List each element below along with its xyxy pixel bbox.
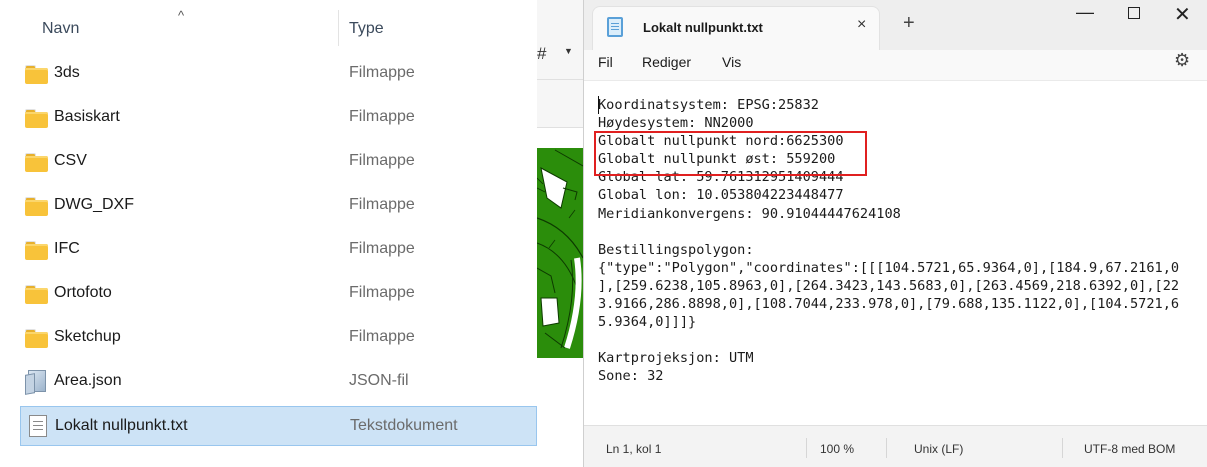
- annotation-highlight-box: [594, 131, 867, 176]
- minimize-button[interactable]: —: [1076, 2, 1094, 23]
- tab-title: Lokalt nullpunkt.txt: [643, 20, 763, 35]
- menu-file[interactable]: Fil: [595, 52, 616, 72]
- encoding: UTF-8 med BOM: [1084, 442, 1176, 456]
- text-line[interactable]: Kartprojeksjon: UTM: [598, 349, 1179, 367]
- file-name: CSV: [54, 152, 87, 169]
- line-ending: Unix (LF): [914, 442, 964, 456]
- notepad-icon: [607, 17, 623, 37]
- cursor-position: Ln 1, kol 1: [606, 442, 662, 456]
- menu-bar: Fil Rediger Vis ⚙: [584, 50, 1207, 80]
- dropdown-caret-icon[interactable]: ▼: [564, 46, 573, 56]
- file-type: Tekstdokument: [350, 417, 458, 434]
- file-row-csv[interactable]: CSV Filmappe: [20, 142, 537, 182]
- file-type: Filmappe: [349, 196, 415, 213]
- status-bar: Ln 1, kol 1 100 % Unix (LF) UTF-8 med BO…: [584, 425, 1207, 467]
- toolbar-divider: [537, 79, 583, 80]
- text-line[interactable]: 3.9166,286.8898,0],[108.7044,233.978,0],…: [598, 295, 1179, 313]
- text-line[interactable]: Sone: 32: [598, 367, 1179, 385]
- folder-icon: [25, 108, 49, 128]
- menu-view[interactable]: Vis: [719, 52, 744, 72]
- file-name: DWG_DXF: [54, 196, 134, 213]
- sort-ascending-icon: ^: [178, 8, 185, 23]
- text-line[interactable]: Meridiankonvergens: 90.91044447624108: [598, 205, 1179, 223]
- file-type: Filmappe: [349, 240, 415, 257]
- text-cursor: [598, 96, 599, 114]
- status-divider: [886, 438, 887, 458]
- file-row-lokalt-nullpunkt[interactable]: Lokalt nullpunkt.txt Tekstdokument: [20, 406, 537, 446]
- column-divider[interactable]: [338, 10, 339, 46]
- file-row-sketchup[interactable]: Sketchup Filmappe: [20, 318, 537, 358]
- file-name: Sketchup: [54, 328, 121, 345]
- text-line[interactable]: Bestillingspolygon:: [598, 241, 1179, 259]
- column-header: Navn ^ Type: [0, 0, 537, 58]
- grid-icon[interactable]: #: [537, 44, 546, 64]
- folder-icon: [25, 328, 49, 348]
- file-row-dwg-dxf[interactable]: DWG_DXF Filmappe: [20, 186, 537, 226]
- file-type: Filmappe: [349, 152, 415, 169]
- text-line[interactable]: Global lon: 10.053804223448477: [598, 186, 1179, 204]
- gear-icon[interactable]: ⚙: [1174, 50, 1190, 71]
- file-row-area-json[interactable]: Area.json JSON-fil: [20, 362, 537, 402]
- file-row-3ds[interactable]: 3ds Filmappe: [20, 54, 537, 94]
- tab-lokalt-nullpunkt[interactable]: Lokalt nullpunkt.txt ×: [592, 6, 880, 50]
- background-toolbar: # ▼: [537, 0, 583, 128]
- map-view[interactable]: [537, 148, 583, 358]
- folder-icon: [25, 196, 49, 216]
- title-bar[interactable]: Lokalt nullpunkt.txt × + — ✕: [584, 0, 1207, 50]
- status-divider: [1062, 438, 1063, 458]
- folder-icon: [25, 152, 49, 172]
- file-name: 3ds: [54, 64, 80, 81]
- file-type: Filmappe: [349, 64, 415, 81]
- file-name: IFC: [54, 240, 80, 257]
- json-file-icon: [25, 370, 49, 392]
- file-row-ortofoto[interactable]: Ortofoto Filmappe: [20, 274, 537, 314]
- file-type: JSON-fil: [349, 372, 409, 389]
- map-lines: [537, 149, 583, 349]
- text-file-icon: [26, 415, 50, 437]
- column-header-name[interactable]: Navn: [42, 20, 79, 38]
- file-type: Filmappe: [349, 108, 415, 125]
- file-row-ifc[interactable]: IFC Filmappe: [20, 230, 537, 270]
- text-editor[interactable]: Koordinatsystem: EPSG:25832 Høydesystem: …: [584, 80, 1207, 425]
- text-line[interactable]: [598, 223, 1179, 241]
- file-name: Lokalt nullpunkt.txt: [55, 417, 188, 434]
- status-divider: [806, 438, 807, 458]
- file-explorer: Navn ^ Type 3ds Filmappe Basiskart Filma…: [0, 0, 537, 467]
- zoom-level: 100 %: [820, 442, 855, 456]
- text-line[interactable]: [598, 331, 1179, 349]
- text-line[interactable]: {"type":"Polygon","coordinates":[[[104.5…: [598, 259, 1179, 277]
- text-line[interactable]: ],[259.6238,105.8963,0],[264.3423,143.56…: [598, 277, 1179, 295]
- file-row-basiskart[interactable]: Basiskart Filmappe: [20, 98, 537, 138]
- text-line[interactable]: 5.9364,0]]]}: [598, 313, 1179, 331]
- file-name: Basiskart: [54, 108, 120, 125]
- text-line[interactable]: Høydesystem: NN2000: [598, 114, 1179, 132]
- folder-icon: [25, 240, 49, 260]
- file-name: Area.json: [54, 372, 122, 389]
- folder-icon: [25, 284, 49, 304]
- close-tab-icon[interactable]: ×: [857, 16, 866, 34]
- column-header-type[interactable]: Type: [349, 20, 384, 38]
- folder-icon: [25, 64, 49, 84]
- text-line[interactable]: Koordinatsystem: EPSG:25832: [598, 96, 1179, 114]
- new-tab-button[interactable]: +: [903, 12, 915, 35]
- file-type: Filmappe: [349, 284, 415, 301]
- notepad-window: Lokalt nullpunkt.txt × + — ✕ Fil Rediger…: [583, 0, 1207, 467]
- maximize-button[interactable]: [1128, 7, 1140, 19]
- file-name: Ortofoto: [54, 284, 112, 301]
- file-type: Filmappe: [349, 328, 415, 345]
- menu-edit[interactable]: Rediger: [639, 52, 694, 72]
- close-window-button[interactable]: ✕: [1174, 2, 1191, 27]
- background-app: # ▼: [537, 0, 583, 467]
